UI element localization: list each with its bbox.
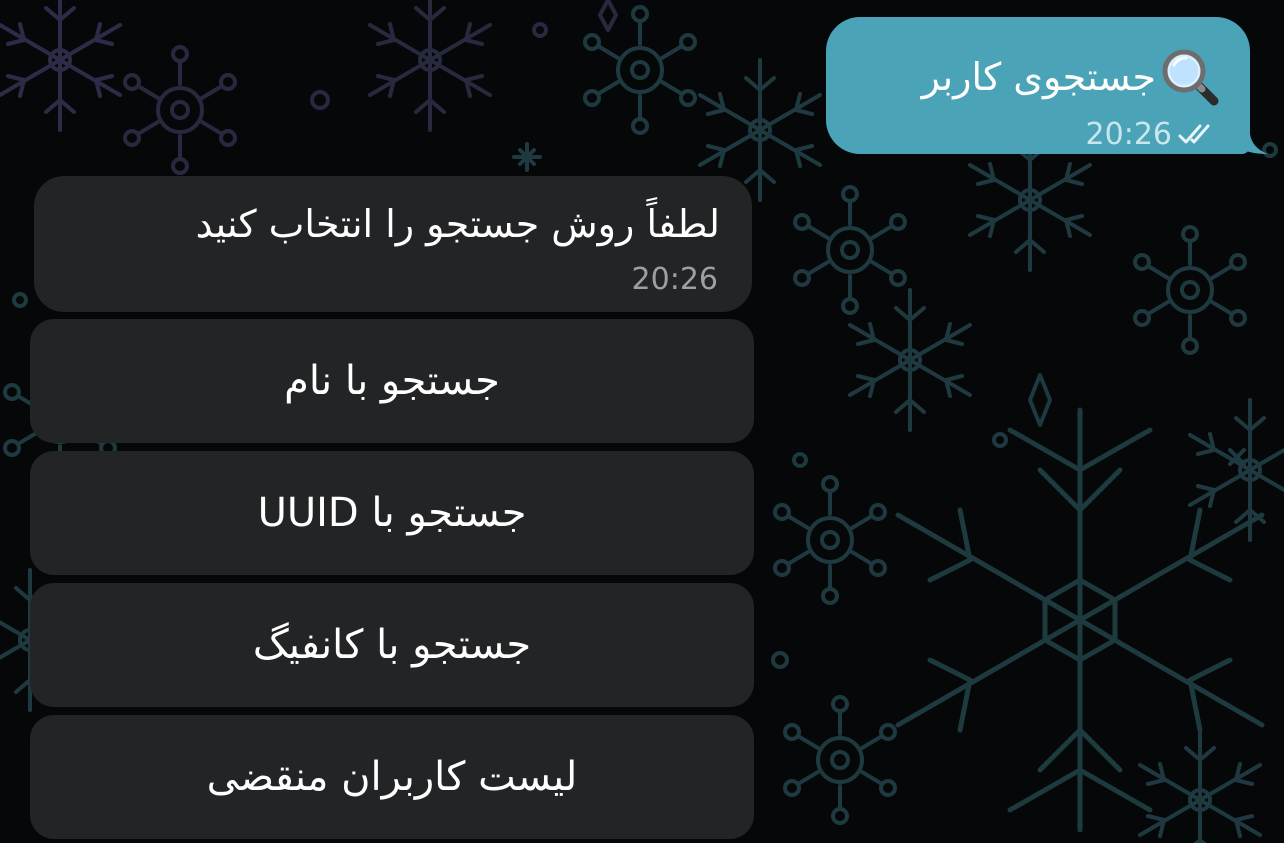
outgoing-message-time: 20:26 bbox=[1085, 117, 1172, 152]
incoming-message-time: 20:26 bbox=[631, 262, 718, 297]
double-check-icon bbox=[1178, 124, 1210, 143]
magnifying-glass-icon bbox=[1162, 49, 1219, 106]
outgoing-message-bubble[interactable]: جستجوی کاربر 20:26 bbox=[826, 17, 1250, 154]
incoming-message-text: لطفاً روش جستجو را انتخاب کنید bbox=[195, 202, 720, 246]
keyboard-button-search-by-name[interactable]: جستجو با نام bbox=[30, 319, 754, 443]
keyboard-button-expired-users-list[interactable]: لیست کاربران منقضی bbox=[30, 715, 754, 839]
incoming-message-bubble[interactable]: لطفاً روش جستجو را انتخاب کنید 20:26 bbox=[34, 176, 752, 312]
keyboard-button-search-by-config[interactable]: جستجو با کانفیگ bbox=[30, 583, 754, 707]
keyboard-button-search-by-uuid[interactable]: جستجو با UUID bbox=[30, 451, 754, 575]
outgoing-message-text-row: جستجوی کاربر bbox=[922, 47, 1220, 107]
outgoing-message-meta: 20:26 bbox=[1086, 117, 1220, 152]
outgoing-message-text: جستجوی کاربر bbox=[921, 55, 1156, 99]
outgoing-bubble-tail bbox=[1238, 134, 1268, 154]
